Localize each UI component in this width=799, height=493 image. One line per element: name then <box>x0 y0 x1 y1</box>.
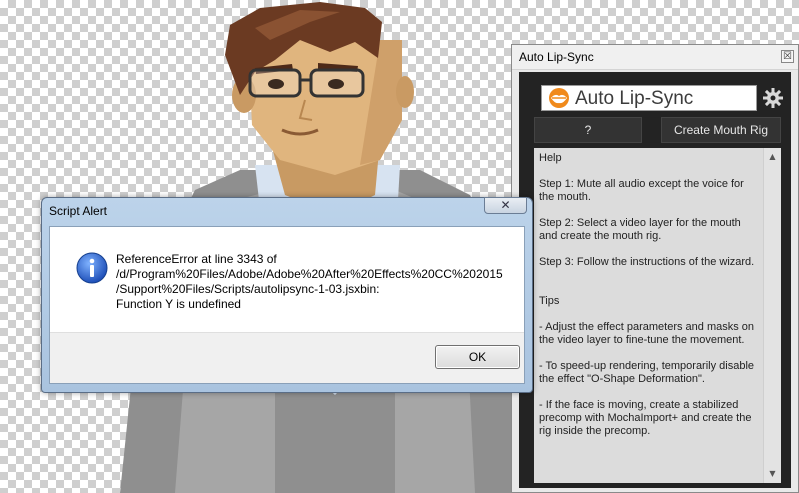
info-icon <box>76 252 108 284</box>
panel-title: Auto Lip-Sync <box>519 50 594 64</box>
auto-lip-sync-panel: Auto Lip-Sync ☒ Auto Lip-Sync ? Create M… <box>511 44 799 493</box>
help-scrollbar[interactable]: ▲ ▼ <box>763 148 781 483</box>
panel-close-button[interactable]: ☒ <box>781 50 794 63</box>
panel-titlebar[interactable]: Auto Lip-Sync ☒ <box>512 45 798 70</box>
lips-icon <box>549 88 569 108</box>
dialog-title: Script Alert <box>49 204 108 218</box>
panel-body: Auto Lip-Sync ? Create Mouth Rig Help St… <box>519 72 791 488</box>
ok-button[interactable]: OK <box>435 345 520 369</box>
help-step-1: Step 1: Mute all audio except the voice … <box>539 178 744 203</box>
help-button[interactable]: ? <box>534 117 642 143</box>
dialog-close-button[interactable]: ✕ <box>484 197 527 214</box>
dialog-message: ReferenceError at line 3343 of /d/Progra… <box>116 252 516 312</box>
character-left-eye <box>268 79 284 89</box>
tip-1: - Adjust the effect parameters and masks… <box>539 321 755 346</box>
create-mouth-rig-button[interactable]: Create Mouth Rig <box>661 117 781 143</box>
help-step-2: Step 2: Select a video layer for the mou… <box>539 217 741 242</box>
script-alert-dialog: Script Alert ✕ ReferenceError at line 33… <box>41 197 533 393</box>
character-right-eye <box>328 79 344 89</box>
help-step-3: Step 3: Follow the instructions of the w… <box>539 256 755 268</box>
message-line: /d/Program%20Files/Adobe/Adobe%20After%2… <box>116 267 503 281</box>
brand-title: Auto Lip-Sync <box>575 88 694 109</box>
tip-3: - If the face is moving, create a stabil… <box>539 399 752 437</box>
message-line: /Support%20Files/Scripts/autolipsync-1-0… <box>116 282 380 296</box>
help-content: Help Step 1: Mute all audio except the v… <box>539 152 761 451</box>
tips-heading: Tips <box>539 295 560 307</box>
dialog-footer: OK <box>50 332 524 383</box>
tip-2: - To speed-up rendering, temporarily dis… <box>539 360 755 385</box>
scroll-up-arrow-icon[interactable]: ▲ <box>764 150 781 164</box>
message-line: Function Y is undefined <box>116 297 241 311</box>
scroll-down-arrow-icon[interactable]: ▼ <box>764 467 781 481</box>
gear-icon[interactable] <box>762 87 784 109</box>
help-text-area[interactable]: Help Step 1: Mute all audio except the v… <box>534 148 781 483</box>
help-heading: Help <box>539 152 562 164</box>
brand-header: Auto Lip-Sync <box>541 85 757 111</box>
dialog-content: ReferenceError at line 3343 of /d/Progra… <box>49 226 525 384</box>
message-line: ReferenceError at line 3343 of <box>116 252 277 266</box>
character-right-ear <box>396 76 414 108</box>
